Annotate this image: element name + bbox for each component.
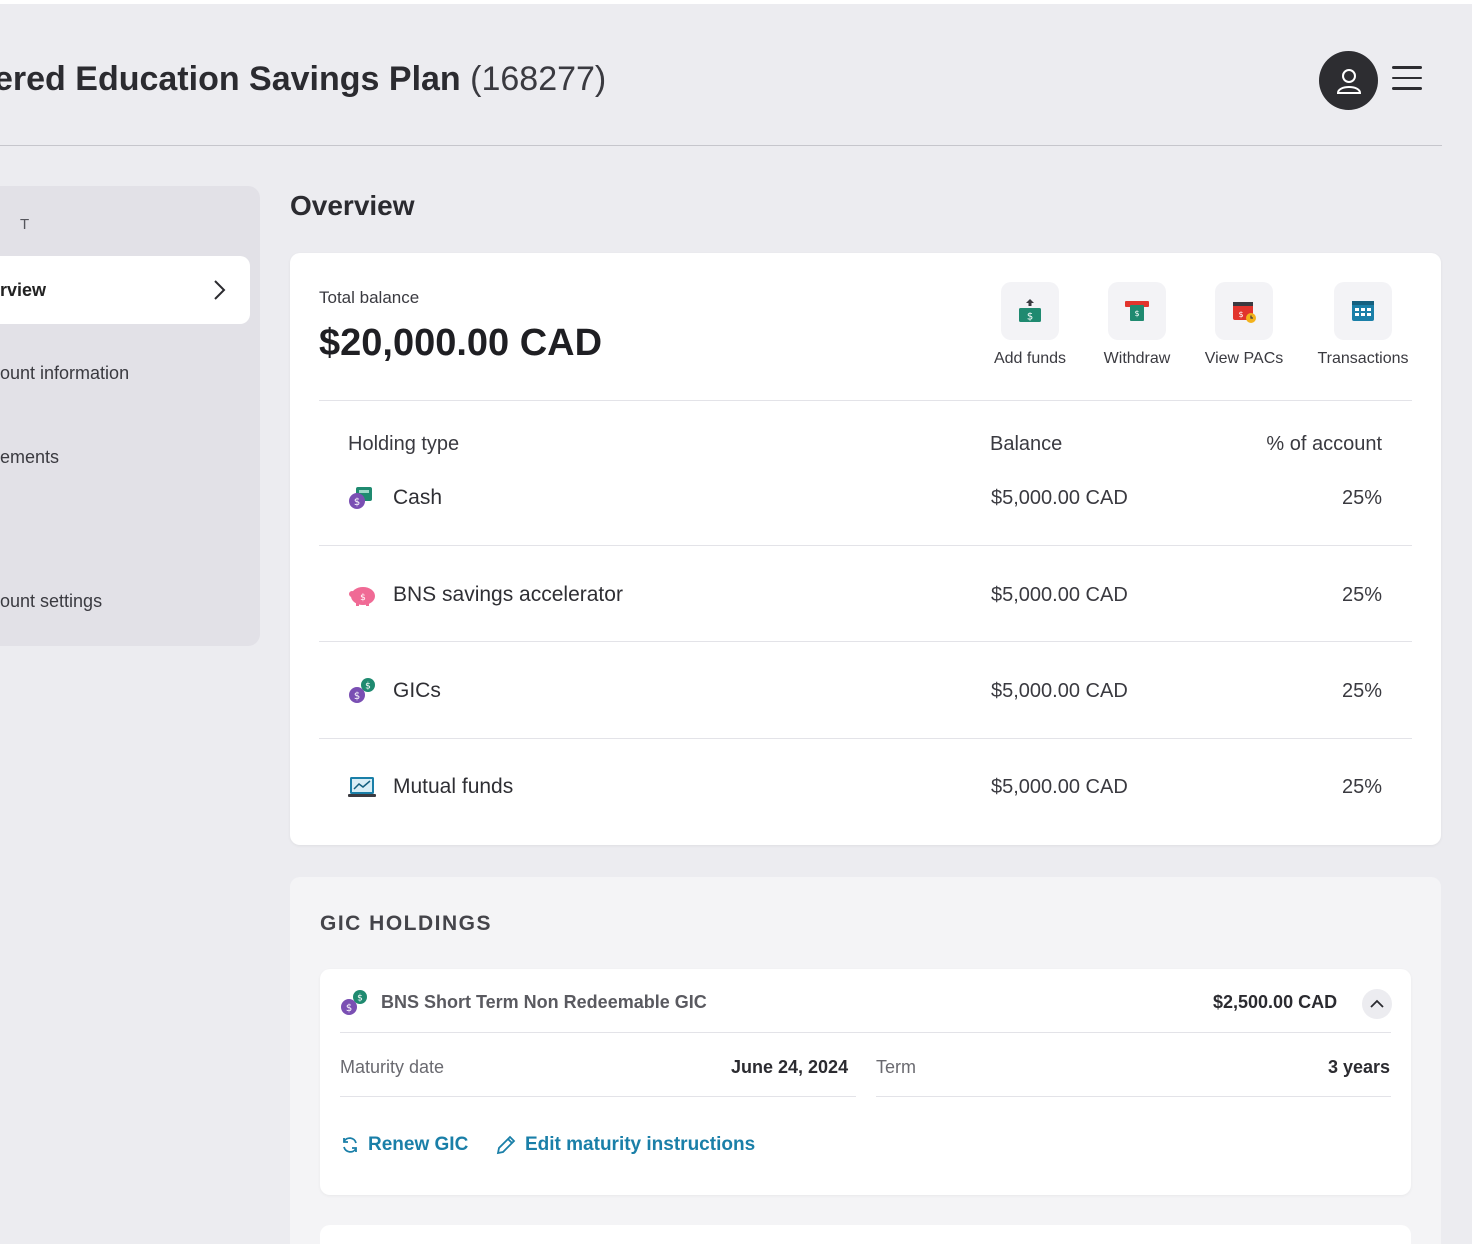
total-balance-value: $20,000.00 CAD (319, 322, 603, 364)
gic-amount: $2,500.00 CAD (1213, 992, 1338, 1012)
row-divider (319, 545, 1412, 546)
page-title-text: ered Education Savings Plan (0, 60, 461, 98)
svg-text:$: $ (346, 1003, 352, 1014)
calendar-pac-icon: $ (1233, 302, 1256, 323)
transactions-calendar-icon (1352, 301, 1374, 321)
holding-cash-percent: 25% (1341, 487, 1382, 509)
sidebar-item-overview-label[interactable]: rview (0, 280, 46, 301)
page-title: ered Education Savings Plan (168277) (0, 60, 606, 99)
withdraw-button[interactable]: $ Withdraw (1082, 282, 1192, 368)
overview-heading: Overview (290, 190, 415, 221)
term-value: 3 years (1328, 1057, 1391, 1077)
mutual-funds-icon (348, 777, 376, 797)
gic-coins-icon: $ $ (349, 678, 375, 703)
top-edge (0, 0, 1472, 4)
holding-mutual-funds-percent: 25% (1341, 776, 1382, 798)
svg-text:$: $ (354, 691, 360, 702)
holding-savings-accelerator-balance: $5,000.00 CAD (991, 584, 1128, 606)
holding-savings-accelerator-label: BNS savings accelerator (393, 583, 623, 606)
sidebar (0, 186, 260, 646)
add-funds-label: Add funds (993, 350, 1067, 367)
term-label: Term (876, 1057, 916, 1077)
holding-cash-label: Cash (393, 486, 443, 509)
row-divider (319, 641, 1412, 642)
svg-text:$: $ (354, 497, 360, 508)
renew-gic-link[interactable]: Renew GIC (340, 1134, 468, 1156)
edit-maturity-instructions-label: Edit maturity instructions (525, 1134, 756, 1155)
svg-text:$: $ (357, 994, 363, 1004)
sidebar-item-account-information[interactable]: ount information (0, 363, 129, 384)
view-pacs-button[interactable]: $ View PACs (1189, 282, 1299, 368)
svg-text:$: $ (365, 682, 371, 692)
profile-avatar-button[interactable] (1319, 51, 1378, 110)
holding-gics-label: GICs (393, 679, 441, 702)
gic-holding-card (320, 1225, 1411, 1244)
row-divider (319, 738, 1412, 739)
holding-gics-percent: 25% (1341, 680, 1382, 702)
holding-cash-balance: $5,000.00 CAD (991, 487, 1128, 509)
svg-text:$: $ (360, 593, 366, 603)
renew-gic-label: Renew GIC (368, 1134, 469, 1155)
piggy-bank-icon: $ (349, 587, 375, 606)
transactions-button[interactable]: Transactions (1308, 282, 1418, 368)
term-divider (876, 1096, 1391, 1097)
hamburger-menu-icon[interactable] (1392, 66, 1424, 96)
card-divider (319, 400, 1412, 401)
gic-name: BNS Short Term Non Redeemable GIC (381, 992, 707, 1012)
maturity-date-label: Maturity date (340, 1057, 445, 1077)
holding-gics-balance: $5,000.00 CAD (991, 680, 1128, 702)
add-funds-button[interactable]: $ Add funds (975, 282, 1085, 368)
add-funds-icon: $ (1019, 299, 1041, 323)
sidebar-section-label: T (20, 216, 31, 233)
view-pacs-label: View PACs (1204, 350, 1284, 367)
account-number: (168277) (470, 60, 607, 98)
withdraw-icon: $ (1125, 301, 1149, 321)
gic-coins-icon: $ $ (341, 990, 367, 1015)
pencil-icon (496, 1135, 516, 1155)
header-divider (0, 145, 1442, 146)
edit-maturity-instructions-link[interactable]: Edit maturity instructions (495, 1134, 755, 1156)
maturity-divider (340, 1096, 856, 1097)
refresh-icon (343, 1137, 357, 1153)
transactions-label: Transactions (1317, 350, 1409, 367)
svg-text:$: $ (1134, 309, 1139, 318)
holding-mutual-funds-label: Mutual funds (393, 775, 514, 798)
chevron-right-icon (214, 280, 226, 300)
svg-text:$: $ (1238, 310, 1243, 319)
cash-icon: $ (349, 487, 372, 509)
withdraw-label: Withdraw (1103, 350, 1171, 367)
holding-mutual-funds-balance: $5,000.00 CAD (991, 776, 1128, 798)
total-balance-label: Total balance (319, 288, 420, 307)
column-percent: % of account (1266, 433, 1382, 455)
chevron-up-icon (1370, 999, 1384, 1008)
gic-divider (340, 1032, 1391, 1033)
gic-holdings-heading: GIC HOLDINGS (320, 912, 493, 935)
sidebar-item-account-settings[interactable]: ount settings (0, 591, 102, 612)
maturity-date-value: June 24, 2024 (731, 1057, 849, 1077)
svg-text:$: $ (1027, 312, 1033, 323)
holding-savings-accelerator-percent: 25% (1341, 584, 1382, 606)
column-holding-type: Holding type (348, 433, 460, 455)
sidebar-item-statements[interactable]: ements (0, 447, 59, 468)
user-icon (1336, 68, 1361, 94)
column-balance: Balance (990, 433, 1063, 455)
collapse-gic-button[interactable] (1362, 989, 1392, 1019)
